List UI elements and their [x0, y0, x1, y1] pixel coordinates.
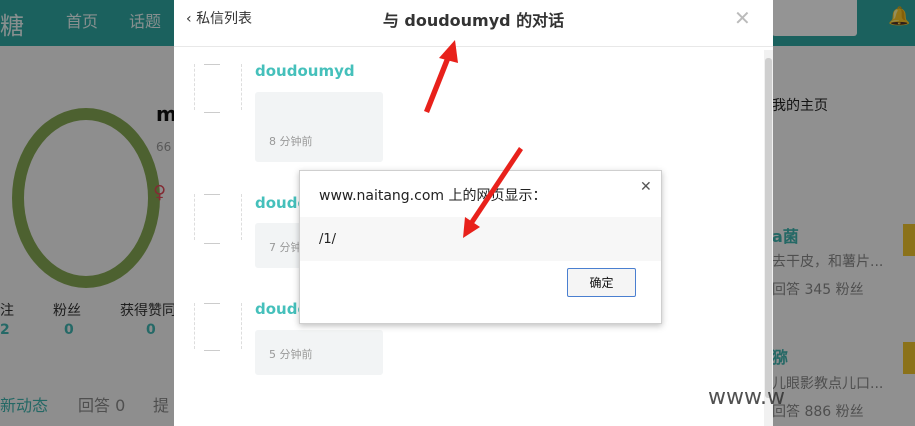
arrow-1-shaft [424, 53, 452, 113]
arrow-2-shaft [467, 147, 523, 228]
annotation-arrows [424, 40, 523, 238]
watermark: www.w [708, 385, 785, 410]
arrow-1-head [439, 40, 458, 63]
